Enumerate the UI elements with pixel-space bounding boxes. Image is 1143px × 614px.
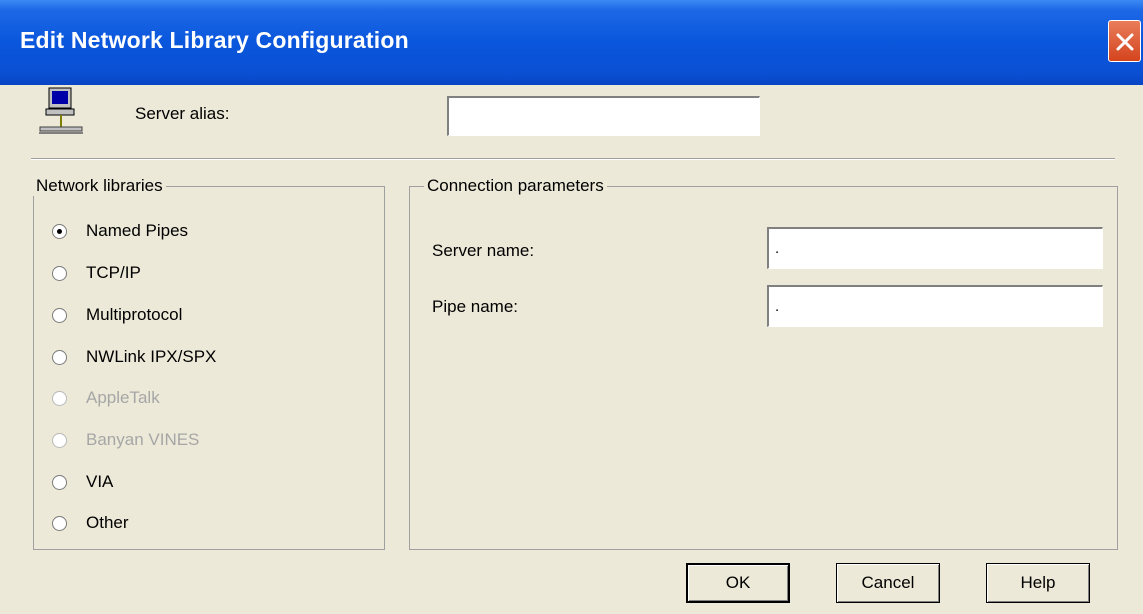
radio-label: VIA [86, 472, 114, 491]
radio-appletalk: AppleTalk [52, 388, 382, 412]
radio-nwlink-ipx-spx[interactable]: NWLink IPX/SPX [52, 347, 382, 371]
server-alias-label: Server alias: [135, 104, 230, 123]
server-alias-input[interactable] [447, 96, 760, 136]
help-button[interactable]: Help [986, 563, 1090, 603]
pipe-name-input[interactable] [767, 285, 1103, 327]
network-libraries-group: Network libraries Named Pipes TCP/IP Mul… [33, 176, 385, 550]
radio-label: Named Pipes [86, 221, 189, 240]
connection-parameters-title: Connection parameters [424, 176, 607, 196]
radio-label: NWLink IPX/SPX [86, 347, 217, 366]
radio-indicator[interactable] [52, 224, 67, 239]
server-name-input[interactable] [767, 227, 1103, 269]
radio-other[interactable]: Other [52, 513, 382, 537]
radio-multiprotocol[interactable]: Multiprotocol [52, 305, 382, 329]
pipe-name-label: Pipe name: [432, 297, 518, 316]
radio-label: Other [86, 513, 129, 532]
radio-tcp-ip[interactable]: TCP/IP [52, 263, 382, 287]
connection-parameters-group: Connection parameters Server name: Pipe … [409, 176, 1118, 550]
close-button[interactable] [1108, 20, 1141, 62]
window-title: Edit Network Library Configuration [20, 27, 409, 53]
cancel-button[interactable]: Cancel [836, 563, 940, 603]
server-name-label: Server name: [432, 241, 535, 260]
title-bar[interactable]: Edit Network Library Configuration [0, 0, 1143, 85]
radio-indicator[interactable] [52, 308, 67, 323]
ok-button[interactable]: OK [686, 563, 790, 603]
network-computer-icon [39, 87, 83, 134]
radio-indicator[interactable] [52, 475, 67, 490]
dialog-window: Edit Network Library Configuration Serve… [0, 0, 1143, 614]
radio-label: Multiprotocol [86, 305, 183, 324]
radio-indicator[interactable] [52, 350, 67, 365]
radio-via[interactable]: VIA [52, 472, 382, 496]
radio-indicator[interactable] [52, 516, 67, 531]
separator-line [31, 158, 1115, 160]
radio-label: AppleTalk [86, 388, 160, 407]
radio-label: TCP/IP [86, 263, 141, 282]
radio-indicator [52, 433, 67, 448]
network-libraries-title: Network libraries [33, 176, 166, 196]
radio-named-pipes[interactable]: Named Pipes [52, 221, 382, 245]
radio-banyan-vines: Banyan VINES [52, 430, 382, 454]
radio-indicator[interactable] [52, 266, 67, 281]
radio-label: Banyan VINES [86, 430, 200, 449]
close-icon [1116, 33, 1134, 51]
radio-indicator [52, 391, 67, 406]
